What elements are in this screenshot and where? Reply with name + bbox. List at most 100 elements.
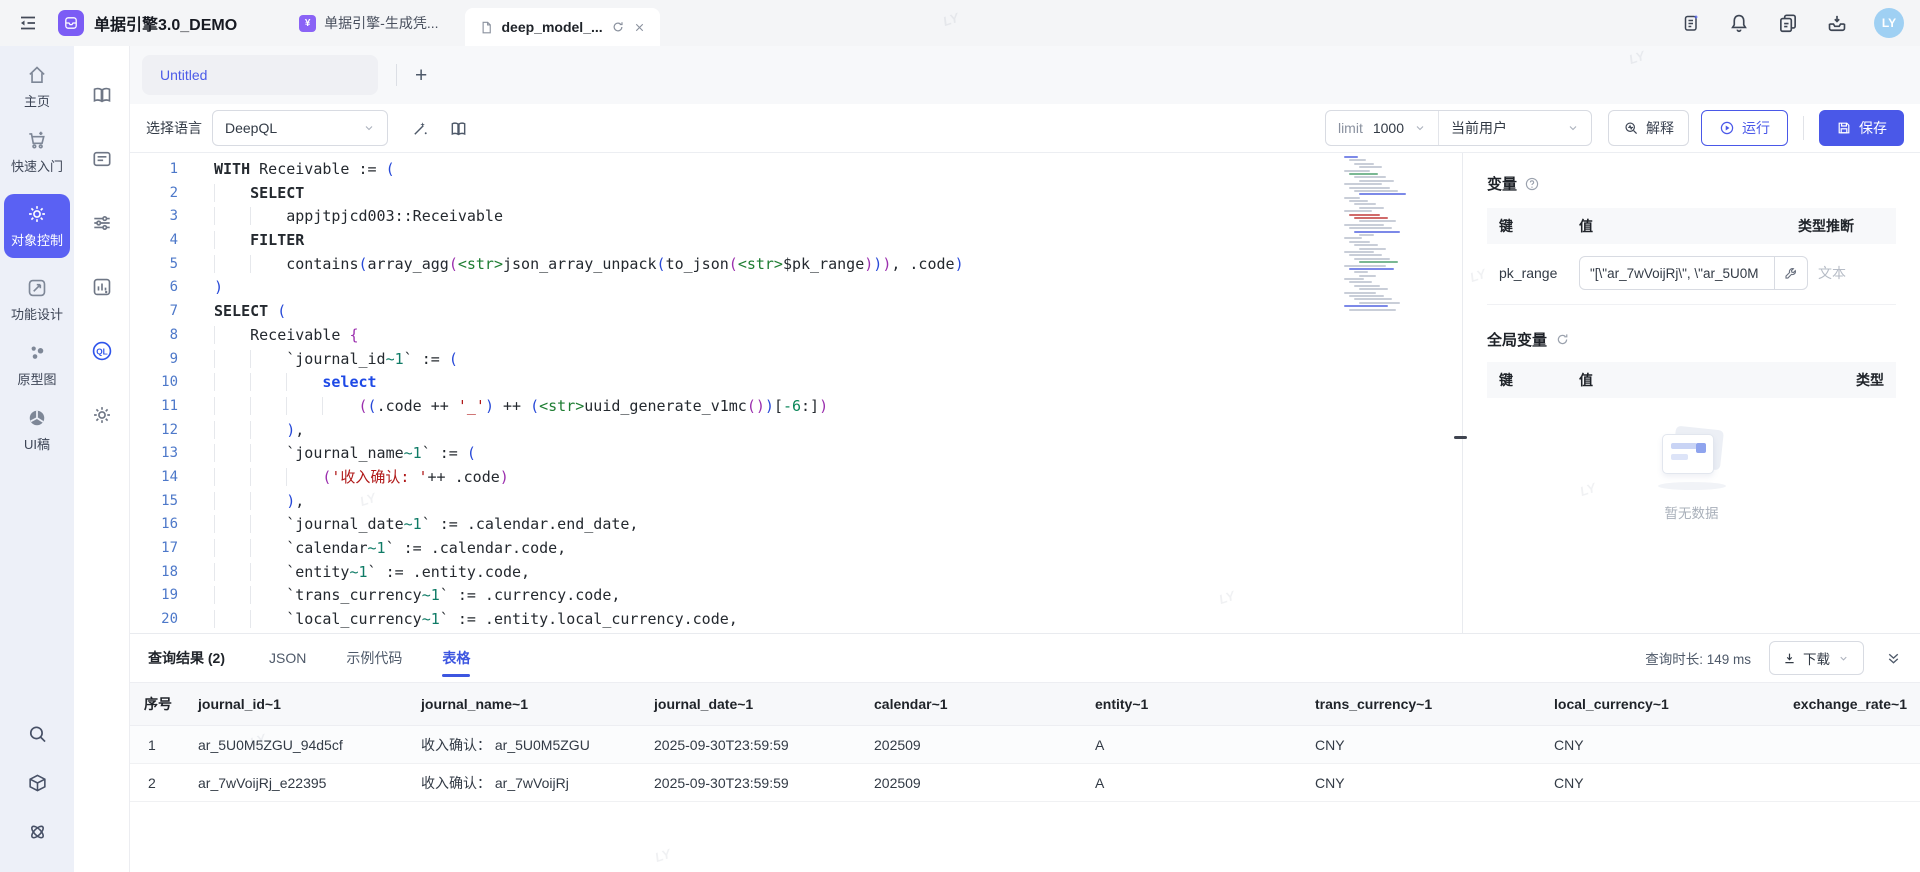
editor-toolbar: 选择语言 DeepQL [130, 104, 1920, 153]
table-cell: 收入确认： ar_5U0M5ZGU [405, 735, 638, 755]
table-row[interactable]: 2ar_7wVoijRj_e22395收入确认： ar_7wVoijRj2025… [130, 764, 1920, 802]
results-tab-查询结果 (2)[interactable]: 查询结果 (2) [148, 634, 225, 682]
sidebar-collapse-icon[interactable] [18, 13, 38, 33]
results-tab-group: 查询结果 (2) JSON 示例代码表格 [148, 634, 510, 682]
gvar-col-type: 类型 [1824, 370, 1884, 390]
chevron-down-icon [1567, 122, 1579, 134]
code-line: 13 `journal_name~1` := ( [130, 442, 1462, 466]
results-tab-示例代码[interactable]: 示例代码 [346, 634, 402, 682]
sidebar-item-label: UI稿 [24, 434, 50, 453]
sidebar-item-ui[interactable]: UI稿 [4, 407, 70, 453]
variable-key: pk_range [1499, 265, 1579, 281]
code-text: ) [214, 276, 223, 300]
tab-doc-engine-label: 单据引擎-生成凭... [324, 13, 438, 33]
app-logo-icon[interactable] [58, 10, 84, 36]
code-editor[interactable]: 1WITH Receivable := (2 SELECT3 appjtpjcd… [130, 153, 1462, 633]
sidebar-item-func[interactable]: 功能设计 [4, 277, 70, 323]
help-icon[interactable] [1524, 176, 1540, 192]
ai-notes-icon[interactable] [1681, 13, 1701, 33]
panel-resize-handle[interactable] [1454, 436, 1467, 439]
refresh-icon[interactable] [611, 20, 625, 34]
rail-gear2-icon[interactable] [91, 404, 113, 426]
editor-minimap[interactable] [1344, 156, 1402, 316]
code-line: 11 ((.code ++ '_') ++ (<str>uuid_generat… [130, 395, 1462, 419]
sidebar-item-cart[interactable]: 快速入门 [4, 129, 70, 175]
line-number: 2 [130, 182, 178, 206]
table-cell: A [1079, 775, 1299, 791]
svg-text:QL: QL [96, 347, 107, 356]
tab-untitled[interactable]: Untitled [142, 55, 378, 95]
code-line: 14 ('收入确认: '++ .code) [130, 466, 1462, 490]
column-header: trans_currency~1 [1299, 696, 1538, 712]
tab-deep-model[interactable]: deep_model_... [465, 8, 660, 46]
inbox-download-icon[interactable] [1826, 12, 1848, 34]
variable-row: pk_range "[\"ar_7wVoijRj\", \"ar_5U0M 文本 [1487, 244, 1896, 305]
rail-card-icon[interactable] [91, 148, 113, 170]
close-icon[interactable] [633, 21, 646, 34]
var-col-key: 键 [1499, 216, 1579, 236]
user-avatar[interactable]: LY [1874, 8, 1904, 38]
atom-icon[interactable] [27, 821, 48, 842]
gvar-col-value: 值 [1579, 370, 1824, 390]
bell-icon[interactable] [1728, 12, 1750, 34]
results-table: 序号journal_id~1journal_name~1journal_date… [130, 683, 1920, 802]
limit-select[interactable]: limit 1000 [1326, 111, 1438, 145]
code-text: contains(array_agg(<str>json_array_unpac… [214, 253, 964, 277]
table-row[interactable]: 1ar_5U0M5ZGU_94d5cf收入确认： ar_5U0M5ZGU2025… [130, 726, 1920, 764]
line-number: 11 [130, 395, 178, 419]
ai-wand-icon[interactable] [410, 118, 430, 138]
column-header: journal_id~1 [182, 696, 405, 712]
code-text: FILTER [214, 229, 304, 253]
tab-doc-engine[interactable]: ¥ 单据引擎-生成凭... [299, 13, 438, 33]
wrench-icon[interactable] [1775, 256, 1808, 290]
collapse-results-icon[interactable] [1884, 649, 1902, 667]
code-line: 19 `trans_currency~1` := .currency.code, [130, 584, 1462, 608]
sidebar-item-home[interactable]: 主页 [4, 64, 70, 110]
table-cell: CNY [1538, 737, 1777, 753]
rail-sliders-icon[interactable] [91, 212, 113, 234]
scope-select[interactable]: 当前用户 [1439, 111, 1591, 145]
rail-book-icon[interactable] [91, 84, 113, 106]
save-label: 保存 [1859, 118, 1887, 138]
sidebar-item-proto[interactable]: 原型图 [4, 342, 70, 388]
variable-type[interactable]: 文本 [1808, 263, 1896, 283]
language-select-value: DeepQL [225, 120, 277, 136]
reference-book-icon[interactable] [448, 118, 468, 138]
results-tab-JSON[interactable]: JSON [269, 634, 306, 682]
code-text: `journal_name~1` := ( [214, 442, 476, 466]
table-cell: A [1079, 737, 1299, 753]
code-line: 3 appjtpjcd003::Receivable [130, 205, 1462, 229]
refresh-icon[interactable] [1554, 332, 1570, 348]
sidebar-item-gear[interactable]: 对象控制 [4, 194, 70, 258]
code-text: WITH Receivable := ( [214, 158, 395, 182]
column-header: exchange_rate~1 [1777, 696, 1920, 712]
rail-ql-icon[interactable]: QL [91, 340, 113, 362]
chevron-down-icon [1414, 122, 1426, 134]
results-tab-表格[interactable]: 表格 [442, 634, 470, 682]
save-button[interactable]: 保存 [1819, 110, 1904, 146]
add-tab-button[interactable]: + [415, 65, 427, 86]
table-cell: CNY [1538, 775, 1777, 791]
line-number: 9 [130, 348, 178, 372]
results-tabs: 查询结果 (2)JSON示例代码表格 查询时长: 149 ms 下载 [130, 634, 1920, 683]
table-cell: ar_7wVoijRj_e22395 [182, 775, 405, 791]
code-line: 12 ), [130, 419, 1462, 443]
voucher-icon: ¥ [299, 15, 316, 32]
explain-button[interactable]: 解释 [1608, 110, 1689, 146]
run-button[interactable]: 运行 [1701, 110, 1788, 146]
chevron-down-icon [363, 122, 375, 134]
rail-chart-icon[interactable] [91, 276, 113, 298]
code-line: 18 `entity~1` := .entity.code, [130, 561, 1462, 585]
variable-value-input[interactable]: "[\"ar_7wVoijRj\", \"ar_5U0M [1579, 256, 1775, 290]
download-button[interactable]: 下载 [1769, 641, 1864, 675]
code-line: 4 FILTER [130, 229, 1462, 253]
code-text: ), [214, 490, 304, 514]
language-select[interactable]: DeepQL [212, 110, 388, 146]
package-icon[interactable] [27, 772, 48, 793]
copy-docs-icon[interactable] [1777, 12, 1799, 34]
topbar-icon-group [1681, 12, 1848, 34]
language-label: 选择语言 [146, 118, 202, 138]
search-icon[interactable] [27, 723, 48, 744]
limit-label: limit [1338, 120, 1363, 136]
save-icon [1836, 120, 1852, 136]
